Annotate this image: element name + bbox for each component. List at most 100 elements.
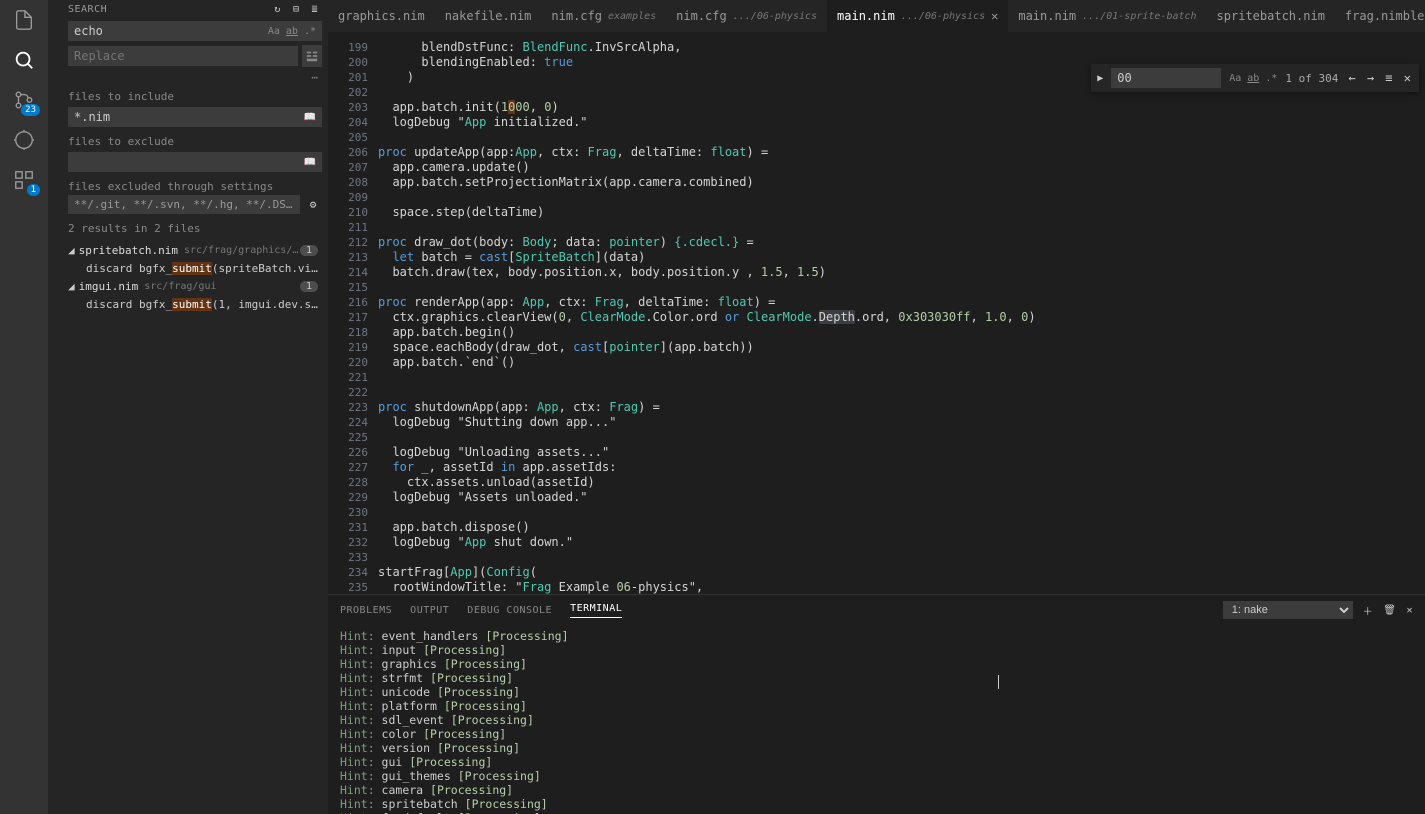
editor-tabs: graphics.nimnakefile.nimnim.cfgexamplesn… [328, 0, 1425, 32]
result-line[interactable]: discard bgfx_submit(1, imgui.dev.sph, 0,… [48, 296, 328, 313]
result-file[interactable]: ◢imgui.nimsrc/frag/gui1 [48, 277, 328, 296]
result-line[interactable]: discard bgfx_submit(spriteBatch.view, sp… [48, 260, 328, 277]
line-number: 227 [328, 460, 368, 475]
gear-icon[interactable]: ⚙ [304, 198, 322, 211]
editor-tab[interactable]: main.nim.../06-physics✕ [827, 0, 1008, 32]
result-filename: imgui.nim [79, 280, 139, 293]
code-line: app.batch.`end`() [378, 355, 1425, 370]
editor-tab[interactable]: spritebatch.nim [1207, 0, 1335, 32]
editor-tab[interactable]: main.nim.../01-sprite-batch [1008, 0, 1206, 32]
find-close-icon[interactable]: ✕ [1402, 71, 1413, 85]
line-number: 220 [328, 355, 368, 370]
find-selection-icon[interactable]: ≡ [1383, 71, 1394, 85]
search-input[interactable] [74, 24, 268, 38]
terminal-line: Hint: camera [Processing] [340, 783, 1413, 797]
editor-tab[interactable]: graphics.nim [328, 0, 435, 32]
editor-tab[interactable]: nakefile.nim [435, 0, 542, 32]
toggle-details-icon[interactable]: ⋯ [311, 71, 318, 84]
replace-input[interactable] [74, 49, 292, 63]
panel-tab[interactable]: OUTPUT [410, 605, 449, 616]
close-icon[interactable]: ✕ [991, 9, 998, 23]
line-number: 229 [328, 490, 368, 505]
tab-sublabel: .../01-sprite-batch [1082, 11, 1196, 22]
includes-input[interactable] [74, 110, 304, 124]
terminal-select[interactable]: 1: nake [1223, 601, 1353, 619]
sidebar-title: SEARCH [68, 4, 107, 15]
code-line: rootWindowTitle: "Frag Example 06-physic… [378, 580, 1425, 594]
line-number: 207 [328, 160, 368, 175]
panel-close-icon[interactable]: ✕ [1406, 605, 1413, 616]
code-editor[interactable]: 1992002012022032042052062072082092102112… [328, 32, 1425, 594]
line-number: 210 [328, 205, 368, 220]
line-number: 211 [328, 220, 368, 235]
scm-icon[interactable]: 23 [12, 88, 36, 112]
line-number: 214 [328, 265, 368, 280]
debug-icon[interactable] [12, 128, 36, 152]
find-case-icon[interactable]: Aa [1229, 73, 1241, 84]
code-line: proc updateApp(app:App, ctx: Frag, delta… [378, 145, 1425, 160]
book-icon[interactable]: 📖 [304, 112, 316, 123]
panel-tab[interactable]: PROBLEMS [340, 605, 392, 616]
result-count: 1 [300, 281, 318, 292]
bottom-panel: PROBLEMS OUTPUT DEBUG CONSOLE TERMINAL 1: n… [328, 594, 1425, 814]
find-input[interactable] [1111, 68, 1221, 88]
line-number: 232 [328, 535, 368, 550]
find-widget: ▶ Aa ab .* 1 of 304 ← → ≡ ✕ [1091, 64, 1419, 92]
terminal-line: Hint: unicode [Processing] [340, 685, 1413, 699]
find-regex-icon[interactable]: .* [1265, 73, 1277, 84]
tab-label: nim.cfg [551, 9, 602, 23]
result-file[interactable]: ◢spritebatch.nimsrc/frag/graphics/two_d1 [48, 241, 328, 260]
code-line: startFrag[App](Config( [378, 565, 1425, 580]
terminal-new-icon[interactable]: ＋ [1363, 603, 1374, 618]
collapse-icon[interactable]: ⊟ [293, 4, 300, 15]
line-number: 208 [328, 175, 368, 190]
editor-tab[interactable]: nim.cfgexamples [541, 0, 666, 32]
terminal-line: Hint: gui_themes [Processing] [340, 769, 1413, 783]
find-next-icon[interactable]: → [1365, 71, 1376, 85]
explorer-icon[interactable] [12, 8, 36, 32]
refresh-icon[interactable]: ↻ [274, 4, 281, 15]
code-line: logDebug "Unloading assets..." [378, 445, 1425, 460]
line-number: 224 [328, 415, 368, 430]
editor-tab[interactable]: nim.cfg.../06-physics [666, 0, 827, 32]
terminal-kill-icon[interactable]: 🗑 [1383, 605, 1396, 616]
excluded-settings-label: files excluded through settings [48, 174, 328, 195]
line-number: 218 [328, 325, 368, 340]
extensions-icon[interactable]: 1 [12, 168, 36, 192]
tab-sublabel: .../06-physics [733, 11, 817, 22]
find-prev-icon[interactable]: ← [1346, 71, 1357, 85]
result-filename: spritebatch.nim [79, 244, 178, 257]
find-word-icon[interactable]: ab [1247, 73, 1259, 84]
panel-tab[interactable]: TERMINAL [570, 603, 622, 618]
excludes-input[interactable] [74, 155, 304, 169]
code-line: ctx.graphics.clearView(0, ClearMode.Colo… [378, 310, 1425, 325]
code-line [378, 280, 1425, 295]
terminal-line: Hint: input [Processing] [340, 643, 1413, 657]
code-line: let batch = cast[SpriteBatch](data) [378, 250, 1425, 265]
book-icon-2[interactable]: 📖 [304, 157, 316, 168]
editor-tab[interactable]: frag.nimble [1335, 0, 1425, 32]
search-icon[interactable] [12, 48, 36, 72]
panel-tab[interactable]: DEBUG CONSOLE [467, 605, 552, 616]
line-number: 222 [328, 385, 368, 400]
code-line [378, 370, 1425, 385]
terminal-output[interactable]: Hint: event_handlers [Processing]Hint: i… [328, 625, 1425, 814]
clear-icon[interactable]: ≣ [311, 4, 318, 15]
line-number: 200 [328, 55, 368, 70]
regex-icon[interactable]: .* [304, 26, 316, 37]
line-number: 228 [328, 475, 368, 490]
replace-all-button[interactable] [302, 45, 322, 67]
case-icon[interactable]: Aa [268, 26, 280, 37]
scm-badge: 23 [21, 104, 40, 116]
code-line: app.camera.update() [378, 160, 1425, 175]
line-number: 212 [328, 235, 368, 250]
line-number: 215 [328, 280, 368, 295]
result-count: 1 [300, 245, 318, 256]
word-icon[interactable]: ab [286, 26, 298, 37]
line-number: 217 [328, 310, 368, 325]
chevron-down-icon: ◢ [68, 280, 75, 293]
find-toggle-icon[interactable]: ▶ [1097, 73, 1103, 84]
code-line: app.batch.setProjectionMatrix(app.camera… [378, 175, 1425, 190]
terminal-line: Hint: platform [Processing] [340, 699, 1413, 713]
line-number: 226 [328, 445, 368, 460]
